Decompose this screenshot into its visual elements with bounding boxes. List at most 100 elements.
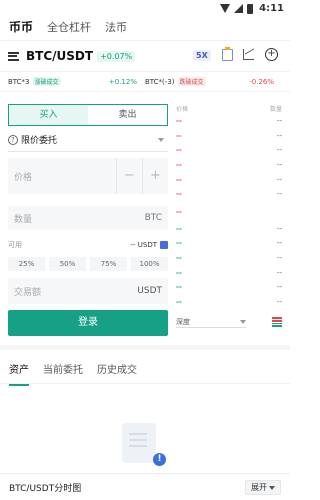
bid-price: -- <box>176 239 182 248</box>
ticker-name: BTC*3 <box>8 77 30 86</box>
add-icon[interactable]: + <box>265 48 278 61</box>
ask-price: -- <box>176 175 182 184</box>
bid-row[interactable]: -- -- <box>176 222 282 237</box>
bid-qty: -- <box>276 283 282 292</box>
ask-row[interactable]: -- -- <box>176 129 282 144</box>
depth-select[interactable]: 深度 <box>176 317 246 328</box>
signal-icon <box>234 4 244 13</box>
order-book: 价格 数量 -- -- -- -- -- -- -- -- -- -- -- -- -- -… <box>176 104 282 329</box>
buy-tab[interactable]: 买入 <box>9 105 88 125</box>
ask-qty: -- <box>276 190 282 199</box>
ask-price: -- <box>176 117 182 126</box>
order-type-label: 限价委托 <box>21 136 58 146</box>
transfer-icon[interactable] <box>160 241 168 249</box>
ticker-name: BTC*(-3) <box>145 77 175 86</box>
total-placeholder: 交易额 <box>14 287 42 298</box>
login-button[interactable]: 登录 <box>8 310 168 336</box>
percent-50-button[interactable]: 50% <box>49 257 86 271</box>
tab-assets[interactable]: 资产 <box>9 357 29 386</box>
percent-25-button[interactable]: 25% <box>8 257 45 271</box>
expand-button[interactable]: 展开 <box>245 479 281 495</box>
leverage-badge[interactable]: 5X <box>193 50 211 61</box>
bid-row[interactable]: -- -- <box>176 251 282 266</box>
available-balance: 可用 -- USDT <box>8 238 168 252</box>
price-input[interactable]: 价格 − + <box>8 158 168 194</box>
ask-row[interactable]: -- -- <box>176 114 282 129</box>
tab-trade-history[interactable]: 历史成交 <box>97 357 137 376</box>
ask-qty: -- <box>276 117 282 126</box>
empty-document-icon <box>122 423 156 463</box>
quantity-input[interactable]: 数量 BTC <box>8 206 168 230</box>
bid-price: -- <box>176 283 182 292</box>
ticker-btc3l[interactable]: BTC*3 涨破成交 +0.12% <box>8 77 145 86</box>
chart-footer-title: BTC/USDT分时图 <box>9 483 82 494</box>
quantity-unit: BTC <box>144 213 162 223</box>
mid-price: -- <box>176 207 182 216</box>
price-placeholder: 价格 <box>14 172 33 183</box>
book-layout-icon[interactable] <box>272 317 282 328</box>
ask-row[interactable]: -- -- <box>176 172 282 187</box>
chart-icon[interactable] <box>243 49 254 60</box>
help-icon[interactable]: ? <box>8 134 18 145</box>
ask-qty: -- <box>276 161 282 170</box>
percent-selector: 25% 50% 75% 100% <box>8 257 168 271</box>
pair-name[interactable]: BTC/USDT <box>26 49 93 63</box>
tab-fiat[interactable]: 法币 <box>105 19 127 40</box>
pair-bar: BTC/USDT +0.07% 5X + <box>0 41 290 72</box>
wifi-icon <box>220 4 231 13</box>
bid-qty: -- <box>276 224 282 233</box>
qty-header: 数量 <box>269 106 282 113</box>
ask-row[interactable]: -- -- <box>176 187 282 202</box>
chevron-down-icon <box>269 485 275 490</box>
orders-tabs: 资产 当前委托 历史成交 <box>0 350 290 386</box>
ticker-tag: 跌破成交 <box>177 77 206 86</box>
kline-icon[interactable] <box>222 47 233 61</box>
info-badge-icon: ! <box>153 453 166 466</box>
buy-sell-toggle: 买入 卖出 <box>8 104 168 126</box>
price-minus-button[interactable]: − <box>116 158 142 194</box>
tab-spot[interactable]: 币币 <box>9 18 33 40</box>
available-label: 可用 <box>8 241 22 249</box>
bid-price: -- <box>176 254 182 263</box>
ask-row[interactable]: -- -- <box>176 143 282 158</box>
bid-row[interactable]: -- -- <box>176 280 282 295</box>
trade-form: 买入 卖出 ? 限价委托 价格 − + 数量 BTC 可用 -- USDT 25… <box>8 104 168 336</box>
bid-row[interactable]: -- -- <box>176 265 282 280</box>
ask-qty: -- <box>276 175 282 184</box>
bid-row[interactable]: -- -- <box>176 236 282 251</box>
bid-qty: -- <box>276 254 282 263</box>
quantity-placeholder: 数量 <box>14 214 33 225</box>
ask-qty: -- <box>276 131 282 140</box>
bid-price: -- <box>176 224 182 233</box>
bids-list: -- -- -- -- -- -- -- -- -- -- -- -- <box>176 222 282 310</box>
price-stepper: − + <box>116 158 168 194</box>
bid-qty: -- <box>276 239 282 248</box>
top-nav: 币币 全仓杠杆 法币 <box>0 17 290 41</box>
bid-price: -- <box>176 297 182 306</box>
order-type-select[interactable]: ? 限价委托 <box>8 128 168 152</box>
asks-list: -- -- -- -- -- -- -- -- -- -- -- -- <box>176 114 282 202</box>
tab-cross-margin[interactable]: 全仓杠杆 <box>47 19 91 40</box>
bid-qty: -- <box>276 268 282 277</box>
ticker-tag: 涨破成交 <box>32 77 61 86</box>
ask-qty: -- <box>276 146 282 155</box>
order-book-header: 价格 数量 <box>176 104 282 114</box>
ask-price: -- <box>176 131 182 140</box>
menu-icon[interactable] <box>8 51 19 61</box>
percent-100-button[interactable]: 100% <box>131 257 168 271</box>
ask-price: -- <box>176 146 182 155</box>
ticker-btc3s[interactable]: BTC*(-3) 跌破成交 -0.26% <box>145 77 282 86</box>
depth-label: 深度 <box>176 317 190 326</box>
price-plus-button[interactable]: + <box>142 158 168 194</box>
sell-tab[interactable]: 卖出 <box>88 105 167 125</box>
ticker-change: -0.26% <box>249 77 274 86</box>
chevron-down-icon <box>240 319 246 324</box>
chart-footer: BTC/USDT分时图 展开 <box>0 473 290 500</box>
tab-open-orders[interactable]: 当前委托 <box>43 357 83 376</box>
bid-qty: -- <box>276 297 282 306</box>
percent-75-button[interactable]: 75% <box>90 257 127 271</box>
total-input[interactable]: 交易额 USDT <box>8 278 168 304</box>
bid-row[interactable]: -- -- <box>176 295 282 310</box>
ask-row[interactable]: -- -- <box>176 158 282 173</box>
ticker-change: +0.12% <box>108 77 137 86</box>
